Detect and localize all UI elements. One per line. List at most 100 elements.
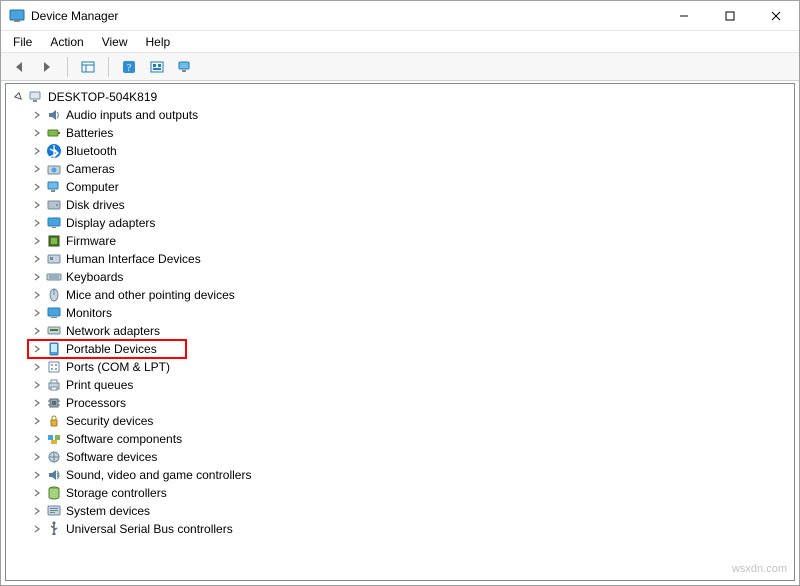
storage-icon [46, 485, 62, 501]
close-button[interactable] [753, 1, 799, 31]
tree-item[interactable]: Sound, video and game controllers [26, 466, 792, 484]
firmware-icon [46, 233, 62, 249]
tree-item-label: Firmware [66, 234, 116, 248]
software-comp-icon [46, 431, 62, 447]
tree-item-label: Ports (COM & LPT) [66, 360, 170, 374]
window-title: Device Manager [31, 9, 118, 23]
tree-root-label: DESKTOP-504K819 [48, 90, 157, 104]
expand-icon[interactable] [30, 324, 44, 338]
tree-item[interactable]: Processors [26, 394, 792, 412]
expand-icon[interactable] [30, 180, 44, 194]
tree-item-label: Sound, video and game controllers [66, 468, 251, 482]
tree-item[interactable]: Print queues [26, 376, 792, 394]
expand-icon[interactable] [30, 486, 44, 500]
expand-icon[interactable] [30, 216, 44, 230]
devices-button[interactable] [173, 56, 197, 78]
expand-icon[interactable] [30, 396, 44, 410]
tree-item[interactable]: Audio inputs and outputs [26, 106, 792, 124]
computer-icon [46, 179, 62, 195]
forward-button[interactable] [35, 56, 59, 78]
computer-root-icon [28, 89, 44, 105]
expand-icon[interactable] [30, 468, 44, 482]
tree-item[interactable]: Keyboards [26, 268, 792, 286]
expand-icon[interactable] [30, 252, 44, 266]
tree-item[interactable]: Ports (COM & LPT) [26, 358, 792, 376]
tree-item-label: Display adapters [66, 216, 155, 230]
tree-item[interactable]: Batteries [26, 124, 792, 142]
tree-item[interactable]: Disk drives [26, 196, 792, 214]
menu-help[interactable]: Help [138, 33, 179, 51]
expand-icon[interactable] [30, 234, 44, 248]
expand-icon[interactable] [30, 144, 44, 158]
tree-item[interactable]: Bluetooth [26, 142, 792, 160]
sound-icon [46, 467, 62, 483]
tree-item[interactable]: Portable Devices [26, 340, 792, 358]
tree-item-label: Security devices [66, 414, 153, 428]
battery-icon [46, 125, 62, 141]
expand-icon[interactable] [30, 378, 44, 392]
tree-item[interactable]: Monitors [26, 304, 792, 322]
tree-item-label: Audio inputs and outputs [66, 108, 198, 122]
tree-item-label: Software devices [66, 450, 157, 464]
usb-icon [46, 521, 62, 537]
tree-item[interactable]: Security devices [26, 412, 792, 430]
tree-item[interactable]: System devices [26, 502, 792, 520]
menubar: File Action View Help [1, 31, 799, 53]
app-icon [9, 8, 25, 24]
expand-icon[interactable] [30, 288, 44, 302]
tree-item[interactable]: Storage controllers [26, 484, 792, 502]
expand-icon[interactable] [30, 432, 44, 446]
tree-item[interactable]: Cameras [26, 160, 792, 178]
expand-icon[interactable] [30, 126, 44, 140]
tree-item[interactable]: Software components [26, 430, 792, 448]
expand-icon[interactable] [30, 198, 44, 212]
collapse-icon[interactable] [12, 90, 26, 104]
show-hide-console-button[interactable] [76, 56, 100, 78]
tree-item-label: Monitors [66, 306, 112, 320]
tree-item[interactable]: Mice and other pointing devices [26, 286, 792, 304]
tree-item[interactable]: Network adapters [26, 322, 792, 340]
menu-action[interactable]: Action [42, 33, 91, 51]
expand-icon[interactable] [30, 342, 44, 356]
menu-view[interactable]: View [94, 33, 136, 51]
tree-item-label: Batteries [66, 126, 113, 140]
software-dev-icon [46, 449, 62, 465]
menu-file[interactable]: File [5, 33, 40, 51]
titlebar: Device Manager [1, 1, 799, 31]
tree-item[interactable]: Human Interface Devices [26, 250, 792, 268]
maximize-button[interactable] [707, 1, 753, 31]
tree-item-label: Storage controllers [66, 486, 167, 500]
expand-icon[interactable] [30, 306, 44, 320]
watermark: wsxdn.com [732, 563, 787, 575]
tree-item-label: Disk drives [66, 198, 125, 212]
tree-item-label: Processors [66, 396, 126, 410]
expand-icon[interactable] [30, 450, 44, 464]
expand-icon[interactable] [30, 108, 44, 122]
tree-item-label: Keyboards [66, 270, 123, 284]
scan-hardware-button[interactable] [145, 56, 169, 78]
expand-icon[interactable] [30, 414, 44, 428]
help-button[interactable]: ? [117, 56, 141, 78]
tree-item-label: System devices [66, 504, 150, 518]
tree-item[interactable]: Computer [26, 178, 792, 196]
expand-icon[interactable] [30, 360, 44, 374]
toolbar-separator [108, 57, 109, 77]
tree-item[interactable]: Firmware [26, 232, 792, 250]
tree-root[interactable]: DESKTOP-504K819 [8, 88, 792, 106]
display-icon [46, 215, 62, 231]
tree-item[interactable]: Universal Serial Bus controllers [26, 520, 792, 538]
tree-item[interactable]: Display adapters [26, 214, 792, 232]
tree-view[interactable]: DESKTOP-504K819 Audio inputs and outputs… [5, 83, 795, 581]
expand-icon[interactable] [30, 522, 44, 536]
printer-icon [46, 377, 62, 393]
tree-item-label: Universal Serial Bus controllers [66, 522, 233, 536]
expand-icon[interactable] [30, 504, 44, 518]
tree-item-label: Print queues [66, 378, 133, 392]
tree-item[interactable]: Software devices [26, 448, 792, 466]
back-button[interactable] [7, 56, 31, 78]
minimize-button[interactable] [661, 1, 707, 31]
expand-icon[interactable] [30, 162, 44, 176]
expand-icon[interactable] [30, 270, 44, 284]
system-icon [46, 503, 62, 519]
tree-item-label: Portable Devices [66, 342, 157, 356]
